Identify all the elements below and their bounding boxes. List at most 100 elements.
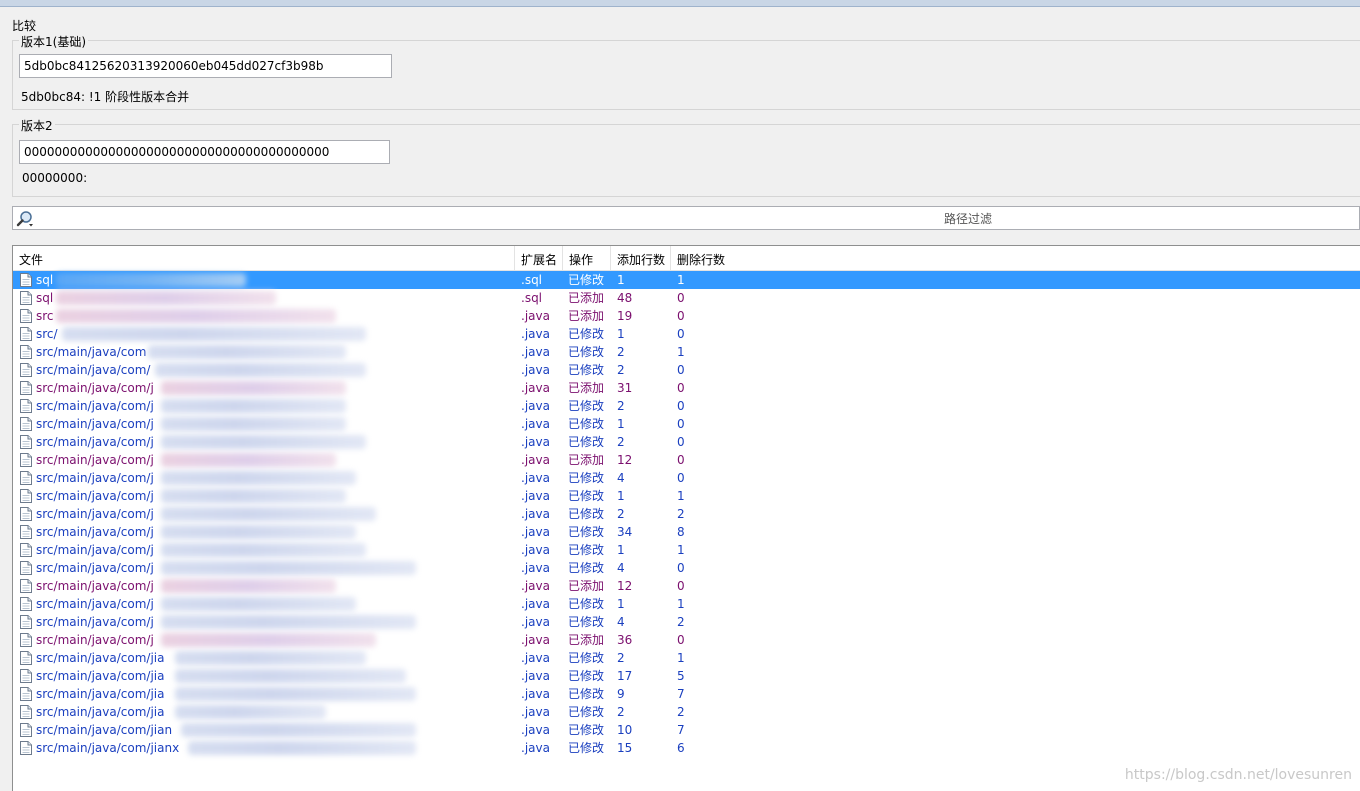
file-extension: .java [521, 381, 550, 395]
file-icon [20, 525, 32, 539]
file-extension: .java [521, 561, 550, 575]
file-extension: .sql [521, 273, 543, 287]
file-extension: .sql [521, 291, 543, 305]
table-row[interactable]: src/main/java/com/j .java 已修改 2 0 [13, 433, 1360, 451]
file-icon [20, 345, 32, 359]
table-row[interactable]: sql .sql 已添加 48 0 [13, 289, 1360, 307]
table-row[interactable]: src/main/java/com/jia .java 已修改 17 5 [13, 667, 1360, 685]
table-row[interactable]: src/main/java/com/j .java 已添加 12 0 [13, 451, 1360, 469]
file-operation: 已添加 [568, 381, 605, 395]
file-extension: .java [521, 399, 550, 413]
compare-title: 比较 [12, 19, 37, 33]
deleted-lines: 0 [677, 471, 685, 485]
redacted-path-blur [154, 363, 366, 377]
table-row[interactable]: src .java 已添加 19 0 [13, 307, 1360, 325]
added-lines: 15 [617, 741, 633, 755]
column-header-file[interactable]: 文件 [13, 246, 515, 270]
file-icon [20, 471, 32, 485]
table-row[interactable]: src/main/java/com/j .java 已修改 2 2 [13, 505, 1360, 523]
deleted-lines: 7 [677, 723, 685, 737]
table-row[interactable]: src/main/java/com/j .java 已修改 1 1 [13, 487, 1360, 505]
redacted-path-blur [62, 327, 366, 341]
file-operation: 已修改 [568, 741, 605, 755]
table-row[interactable]: src/main/java/com/j .java 已修改 4 2 [13, 613, 1360, 631]
file-extension: .java [521, 633, 550, 647]
deleted-lines: 1 [677, 651, 685, 665]
column-header-operation[interactable]: 操作 [563, 246, 611, 270]
file-operation: 已添加 [568, 579, 605, 593]
deleted-lines: 8 [677, 525, 685, 539]
file-icon [20, 579, 32, 593]
table-row[interactable]: src/main/java/com/j .java 已修改 4 0 [13, 469, 1360, 487]
file-icon [20, 327, 32, 341]
redacted-path-blur [174, 669, 406, 683]
table-row[interactable]: src/main/java/com/j .java 已修改 2 0 [13, 397, 1360, 415]
added-lines: 1 [617, 417, 625, 431]
file-operation: 已修改 [568, 651, 605, 665]
table-row[interactable]: src/main/java/com/jian .java 已修改 10 7 [13, 721, 1360, 739]
file-icon [20, 381, 32, 395]
deleted-lines: 6 [677, 741, 685, 755]
version1-info: 5db0bc84: !1 阶段性版本合并 [21, 90, 190, 104]
deleted-lines: 0 [677, 363, 685, 377]
added-lines: 1 [617, 543, 625, 557]
file-operation: 已添加 [568, 309, 605, 323]
table-row[interactable]: sql .sql 已修改 1 1 [13, 271, 1360, 289]
deleted-lines: 1 [677, 543, 685, 557]
added-lines: 34 [617, 525, 633, 539]
table-row[interactable]: src/main/java/com/j .java 已修改 1 1 [13, 595, 1360, 613]
deleted-lines: 0 [677, 633, 685, 647]
deleted-lines: 0 [677, 561, 685, 575]
table-row[interactable]: src/main/java/com/j .java 已修改 34 8 [13, 523, 1360, 541]
file-icon [20, 633, 32, 647]
table-row[interactable]: src/main/java/com/j .java 已添加 36 0 [13, 631, 1360, 649]
column-header-extension[interactable]: 扩展名 [515, 246, 563, 270]
path-filter-bar[interactable]: 路径过滤 [12, 206, 1360, 230]
column-header-deleted-lines[interactable]: 删除行数 [671, 246, 733, 270]
table-row[interactable]: src/main/java/com/.java 已修改 2 0 [13, 361, 1360, 379]
file-icon [20, 417, 32, 431]
table-row[interactable]: src/main/java/com/jia .java 已修改 2 1 [13, 649, 1360, 667]
deleted-lines: 0 [677, 291, 685, 305]
file-operation: 已修改 [568, 435, 605, 449]
deleted-lines: 1 [677, 489, 685, 503]
added-lines: 1 [617, 489, 625, 503]
version1-hash-input[interactable] [19, 54, 392, 78]
table-row[interactable]: src/main/java/com/jia .java 已修改 2 2 [13, 703, 1360, 721]
file-list[interactable]: 文件 扩展名 操作 添加行数 删除行数 sql .sql 已修改 1 1 sql .sql 已… [12, 245, 1360, 791]
table-row[interactable]: src/main/java/com/j .java 已添加 31 0 [13, 379, 1360, 397]
file-icon [20, 291, 32, 305]
table-row[interactable]: src/main/java/com/j .java 已修改 1 1 [13, 541, 1360, 559]
redacted-path-blur [161, 453, 336, 467]
version2-info: 00000000: [22, 171, 88, 185]
file-icon [20, 399, 32, 413]
list-rows: sql .sql 已修改 1 1 sql .sql 已添加 48 0 src .java 已添加 19 0 s… [13, 271, 1360, 757]
added-lines: 4 [617, 615, 625, 629]
version2-hash-input[interactable] [19, 140, 390, 164]
file-operation: 已修改 [568, 525, 605, 539]
deleted-lines: 2 [677, 507, 685, 521]
table-row[interactable]: src/main/java/com .java 已修改 2 1 [13, 343, 1360, 361]
file-extension: .java [521, 579, 550, 593]
file-icon [20, 273, 32, 287]
table-row[interactable]: src/main/java/com/j .java 已修改 1 0 [13, 415, 1360, 433]
redacted-path-blur [161, 417, 346, 431]
file-icon [20, 687, 32, 701]
deleted-lines: 0 [677, 327, 685, 341]
deleted-lines: 5 [677, 669, 685, 683]
table-row[interactable]: src/main/java/com/j .java 已修改 4 0 [13, 559, 1360, 577]
table-row[interactable]: src/main/java/com/j .java 已添加 12 0 [13, 577, 1360, 595]
redacted-path-blur [161, 597, 356, 611]
file-operation: 已修改 [568, 507, 605, 521]
table-row[interactable]: src/.java 已修改 1 0 [13, 325, 1360, 343]
file-extension: .java [521, 507, 550, 521]
redacted-path-blur [161, 507, 376, 521]
table-row[interactable]: src/main/java/com/jia .java 已修改 9 7 [13, 685, 1360, 703]
redacted-path-blur [161, 381, 346, 395]
deleted-lines: 1 [677, 273, 685, 287]
table-row[interactable]: src/main/java/com/jianx .java 已修改 15 6 [13, 739, 1360, 757]
file-icon [20, 741, 32, 755]
file-operation: 已修改 [568, 597, 605, 611]
column-header-added-lines[interactable]: 添加行数 [611, 246, 671, 270]
deleted-lines: 2 [677, 615, 685, 629]
